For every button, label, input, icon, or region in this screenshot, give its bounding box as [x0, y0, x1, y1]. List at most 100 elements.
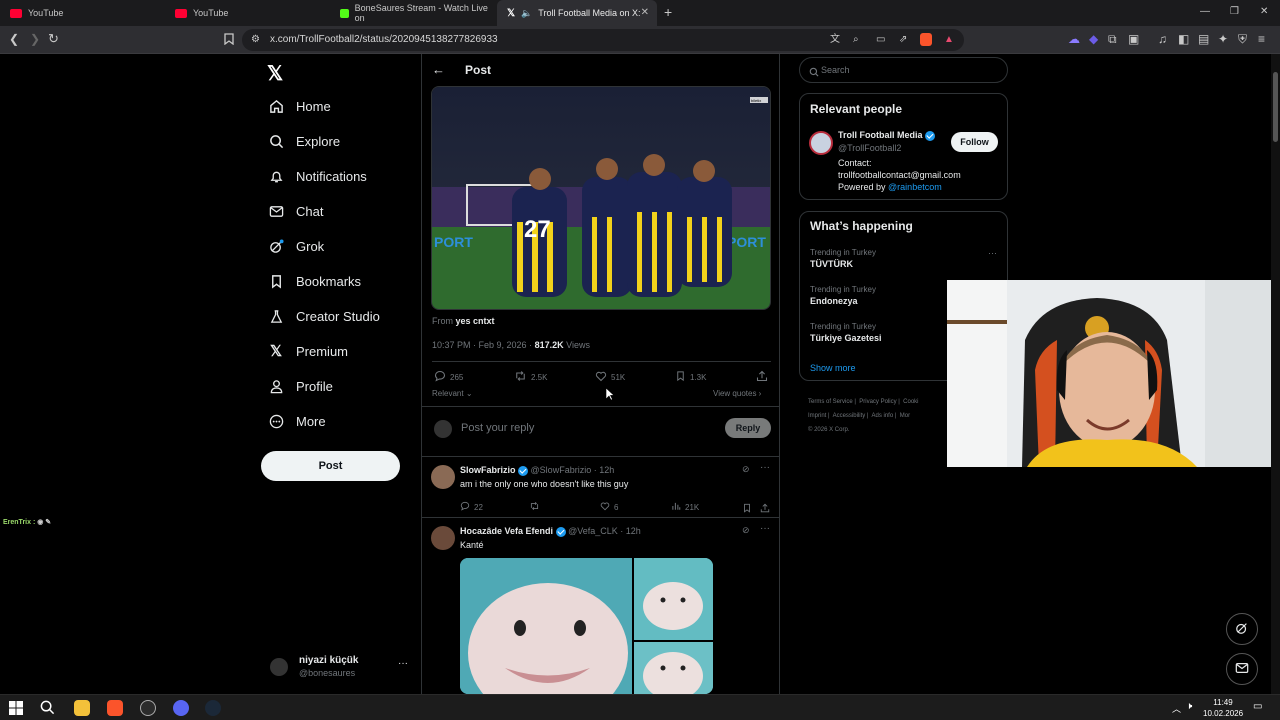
cast-icon[interactable]: ▭: [876, 34, 885, 46]
reply-action[interactable]: 265: [434, 370, 463, 384]
browser-tab-active[interactable]: 𝕏 🔈 Troll Football Media on X: "K... ✕: [497, 0, 657, 26]
extension-icon[interactable]: ☁: [1068, 33, 1080, 45]
more-dots-icon[interactable]: ···: [988, 248, 997, 258]
reply-time[interactable]: · 12h: [620, 526, 641, 536]
new-tab-icon[interactable]: +: [664, 5, 672, 19]
from-name[interactable]: yes cntxt: [456, 316, 495, 326]
x-logo-icon[interactable]: 𝕏: [267, 61, 283, 86]
account-switcher[interactable]: niyazi küçük @bonesaures ···: [262, 652, 412, 682]
close-tab-icon[interactable]: ✕: [641, 7, 649, 18]
messages-fab[interactable]: [1226, 653, 1258, 685]
avatar[interactable]: [809, 131, 833, 155]
browser-tab[interactable]: YouTube: [0, 0, 165, 26]
site-info-icon[interactable]: ⚙: [251, 34, 260, 46]
bookmark-page-icon[interactable]: [224, 33, 234, 47]
reload-icon[interactable]: ↻: [48, 32, 59, 45]
reply-input[interactable]: Post your reply: [461, 422, 534, 434]
notification-icon[interactable]: ▭: [1253, 701, 1262, 712]
footer-link[interactable]: Ads info: [872, 413, 894, 419]
footer-link[interactable]: Cooki: [903, 399, 918, 405]
side-panel-icon[interactable]: ◧: [1178, 33, 1189, 45]
footer-link[interactable]: Imprint: [808, 413, 826, 419]
taskbar-clock[interactable]: 11:49 10.02.2026: [1203, 697, 1243, 719]
grok-icon[interactable]: ⊘: [742, 464, 750, 475]
windows-start-icon[interactable]: [9, 701, 23, 718]
forward-icon[interactable]: ❯: [30, 33, 40, 45]
translate-icon[interactable]: 文: [830, 34, 840, 46]
minimize-icon[interactable]: —: [1200, 6, 1210, 18]
footer-link[interactable]: Privacy Policy: [859, 399, 896, 405]
reply-action[interactable]: 22: [460, 501, 483, 513]
volume-icon[interactable]: 🕨: [1186, 701, 1192, 712]
leo-ai-icon[interactable]: ✦: [1218, 33, 1228, 45]
grok-fab[interactable]: [1226, 613, 1258, 645]
nav-creator-studio[interactable]: Creator Studio: [268, 308, 380, 324]
person-handle[interactable]: @TrollFootball2: [838, 143, 901, 153]
search-box[interactable]: Search: [799, 57, 1008, 83]
bookmark-icon[interactable]: [742, 501, 752, 516]
reply-tweet[interactable]: Hocazâde Vefa Efendi @Vefa_CLK · 12h ⊘ ·…: [422, 518, 779, 694]
music-icon[interactable]: ♫: [1158, 33, 1167, 45]
more-dots-icon[interactable]: ···: [760, 462, 770, 473]
repost-action[interactable]: 2.5K: [514, 370, 547, 384]
more-dots-icon[interactable]: ···: [760, 523, 770, 534]
brave-rewards-icon[interactable]: ▲: [944, 34, 954, 46]
bookmark-action[interactable]: 1.3K: [675, 370, 706, 384]
post-video[interactable]: PORT PORT 27 biletix: [431, 86, 771, 310]
share-icon[interactable]: ⇗: [899, 34, 907, 46]
grok-icon[interactable]: ⊘: [742, 525, 750, 536]
search-icon[interactable]: [40, 700, 55, 718]
reply-handle[interactable]: @Vefa_CLK: [568, 526, 618, 536]
reply-handle[interactable]: @SlowFabrizio: [531, 465, 592, 475]
footer-link[interactable]: Terms of Service: [808, 399, 853, 405]
browser-tab[interactable]: YouTube: [165, 0, 330, 26]
repost-action[interactable]: [529, 501, 540, 513]
obs-icon[interactable]: [140, 700, 156, 716]
reply-button[interactable]: Reply: [725, 418, 771, 438]
file-explorer-icon[interactable]: [74, 700, 90, 716]
post-timestamp[interactable]: 10:37 PM · Feb 9, 2026 ·: [432, 340, 532, 350]
show-more-link[interactable]: Show more: [810, 363, 856, 373]
vpn-icon[interactable]: ⛨: [1238, 33, 1247, 45]
nav-more[interactable]: More: [268, 413, 326, 429]
close-window-icon[interactable]: ✕: [1260, 6, 1268, 18]
nav-home[interactable]: Home: [268, 98, 331, 114]
view-quotes-link[interactable]: View quotes ›: [713, 389, 761, 398]
browser-tab[interactable]: BoneSaures Stream - Watch Live on: [330, 0, 495, 26]
wallet-icon[interactable]: ▤: [1198, 33, 1209, 45]
restore-icon[interactable]: ❐: [1230, 6, 1239, 18]
trend-item[interactable]: Trending in Turkey Endonezya: [810, 285, 876, 306]
tray-chevron-icon[interactable]: ︿: [1172, 702, 1181, 715]
reply-image-grid[interactable]: [460, 558, 713, 694]
sidebar-toggle-icon[interactable]: ▣: [1128, 33, 1139, 45]
nav-notifications[interactable]: Notifications: [268, 168, 367, 184]
reply-tweet[interactable]: SlowFabrizio @SlowFabrizio · 12h ⊘ ··· a…: [422, 457, 779, 517]
extensions-puzzle-icon[interactable]: ⧉: [1108, 33, 1117, 45]
bio-link[interactable]: @rainbetcom: [888, 182, 942, 192]
like-action[interactable]: 51K: [595, 370, 625, 384]
search-input[interactable]: Search: [821, 65, 850, 75]
url-bar[interactable]: ⚙ x.com/TrollFootball2/status/2020945138…: [242, 29, 964, 51]
share-icon[interactable]: [760, 501, 770, 516]
views-action[interactable]: 21K: [671, 501, 699, 513]
steam-icon[interactable]: [205, 700, 221, 716]
page-scrollbar[interactable]: [1271, 54, 1280, 694]
nav-profile[interactable]: Profile: [268, 378, 333, 394]
url-text[interactable]: x.com/TrollFootball2/status/202094513827…: [270, 34, 498, 45]
nav-bookmarks[interactable]: Bookmarks: [268, 273, 361, 289]
menu-icon[interactable]: ≡: [1258, 33, 1265, 45]
extension-icon[interactable]: ◆: [1089, 33, 1098, 45]
discord-icon[interactable]: [173, 700, 189, 716]
follow-button[interactable]: Follow: [951, 132, 998, 152]
brave-browser-icon[interactable]: [107, 700, 123, 716]
back-icon[interactable]: ❮: [9, 33, 19, 45]
brave-shield-icon[interactable]: [920, 33, 932, 46]
nav-chat[interactable]: Chat: [268, 203, 323, 219]
nav-premium[interactable]: 𝕏 Premium: [268, 343, 348, 360]
back-arrow-icon[interactable]: ←: [432, 62, 445, 77]
like-action[interactable]: 6: [600, 501, 618, 513]
reply-author-name[interactable]: SlowFabrizio: [460, 465, 516, 475]
share-action[interactable]: [756, 370, 768, 384]
scrollbar-thumb[interactable]: [1273, 72, 1278, 142]
nav-explore[interactable]: Explore: [268, 133, 340, 149]
